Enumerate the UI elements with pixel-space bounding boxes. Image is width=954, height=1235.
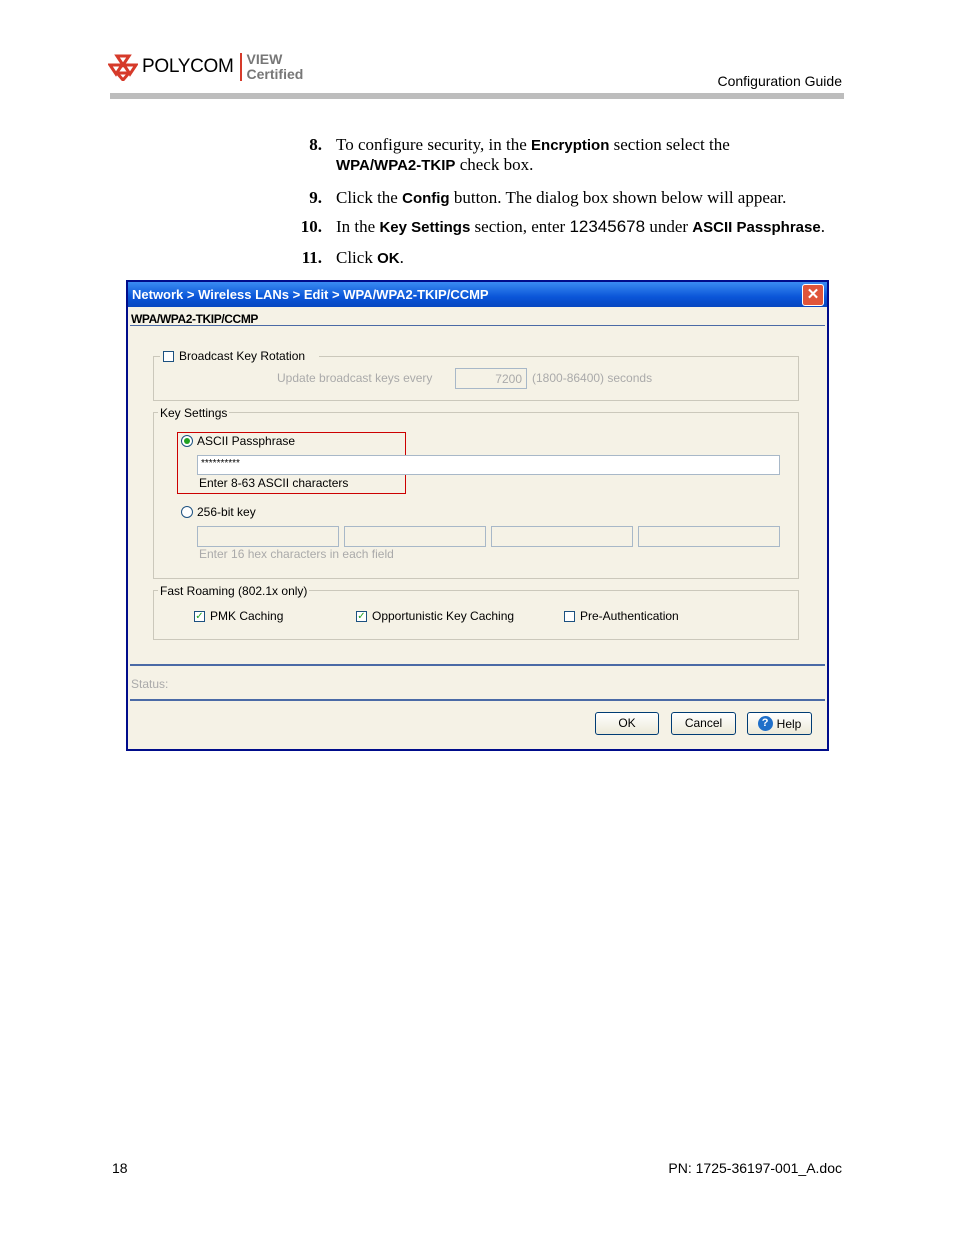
polycom-logo: POLYCOM VIEW Certified [108,52,303,82]
cancel-button[interactable]: Cancel [671,712,736,735]
opportunistic-key-caching-checkbox[interactable]: ✓ Opportunistic Key Caching [356,609,514,623]
passphrase-input[interactable]: ********** [197,455,780,475]
pre-authentication-checkbox[interactable]: Pre-Authentication [564,609,679,623]
part-number: PN: 1725-36197-001_A.doc [668,1160,842,1176]
view-certified: VIEW Certified [246,51,304,82]
broadcast-key-rotation-checkbox[interactable]: Broadcast Key Rotation [160,349,320,363]
radio-selected-icon [181,435,193,447]
interval-range-label: (1800-86400) seconds [532,371,653,385]
step-9: 9. Click the Config button. The dialog bo… [309,188,787,207]
checkbox-icon [163,350,174,362]
status-label: Status: [131,677,169,691]
hex-field-3[interactable] [491,526,633,547]
256-bit-key-radio[interactable]: 256-bit key [181,505,256,519]
interval-input[interactable]: 7200 [455,368,527,389]
help-button[interactable]: ? Help [747,712,812,735]
status-rule-top [130,664,825,666]
brand-name: POLYCOM [142,56,234,77]
pmk-caching-checkbox[interactable]: ✓ PMK Caching [194,609,283,623]
dialog-subtitle: WPA/WPA2-TKIP/CCMP [131,312,259,326]
header-rule [110,93,844,99]
ok-button[interactable]: OK [595,712,659,735]
checkmark-icon: ✓ [194,610,205,622]
logo-divider [239,53,242,81]
page-number: 18 [112,1160,128,1176]
help-icon: ? [757,716,773,731]
doc-title: Configuration Guide [717,73,842,89]
fast-roaming-legend: Fast Roaming (802.1x only) [158,584,310,598]
document-page: POLYCOM VIEW Certified Configuration Guid… [0,0,954,1235]
key-settings-legend: Key Settings [158,406,230,420]
ascii-passphrase-radio[interactable]: ASCII Passphrase [181,434,295,448]
hex-field-2[interactable] [344,526,486,547]
hex-field-4[interactable] [638,526,780,547]
dialog-title-bar: Network > Wireless LANs > Edit > WPA/WPA… [128,282,827,307]
hex-hint: Enter 16 hex characters in each field [199,547,394,561]
polycom-triangle-icon [108,54,138,81]
step-11: 11. Click OK. [301,248,404,267]
checkmark-icon: ✓ [356,610,367,622]
status-rule-bottom [130,699,825,701]
step-8: 8. To configure security, in the Encrypti… [309,135,730,174]
step-10: 10. In the Key Settings section, enter 12… [300,217,825,236]
hex-field-1[interactable] [197,526,339,547]
checkbox-icon [564,610,575,622]
subtitle-rule [130,325,825,326]
close-button[interactable]: ✕ [802,284,824,306]
update-keys-label: Update broadcast keys every [277,371,433,385]
radio-icon [181,506,193,518]
ascii-hint: Enter 8-63 ASCII characters [199,476,349,490]
